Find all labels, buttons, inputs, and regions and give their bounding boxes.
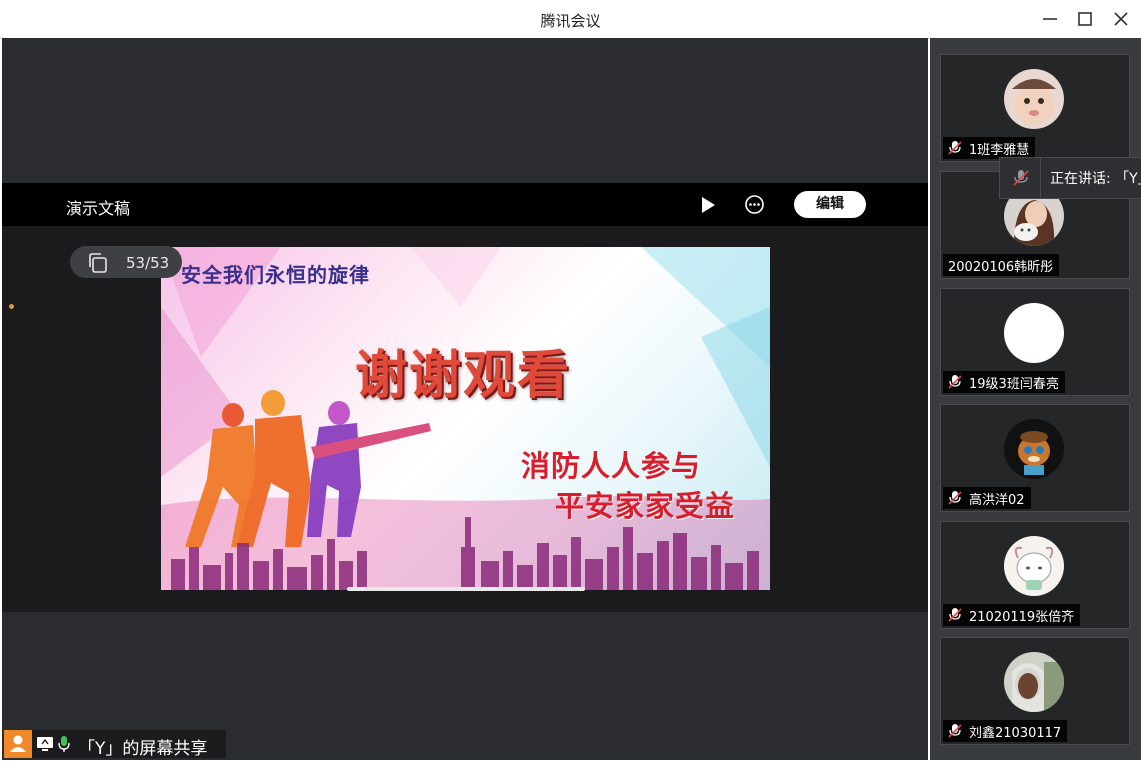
slide-area: 安全我们永恒的旋律 谢谢观看 消防人人参与 平安家家受益 53/53 bbox=[2, 226, 928, 612]
maximize-button[interactable] bbox=[1074, 9, 1096, 29]
participant-name-tag: 1班李雅慧 bbox=[943, 137, 1036, 159]
participant-tile[interactable]: 19级3班闫春亮 bbox=[940, 288, 1130, 396]
close-icon bbox=[1114, 12, 1128, 26]
avatar bbox=[1004, 536, 1064, 596]
participant-name: 19级3班闫春亮 bbox=[969, 376, 1059, 392]
participant-name-tag: 20020106韩昕彤 bbox=[943, 254, 1060, 276]
edit-button[interactable]: 编辑 bbox=[794, 191, 866, 218]
participant-name: 21020119张倍齐 bbox=[969, 609, 1075, 625]
participant-sidebar: 1班李雅慧 20020106韩昕彤 19级3班闫春亮 高洪洋02 2102011… bbox=[930, 38, 1141, 760]
participant-name-tag: 19级3班闫春亮 bbox=[943, 371, 1065, 393]
indicator-dot bbox=[9, 304, 14, 309]
minimize-icon bbox=[1043, 18, 1057, 20]
slide-top-line: 安全我们永恒的旋律 bbox=[181, 263, 370, 287]
slide-sub-line-1: 消防人人参与 bbox=[521, 449, 702, 483]
more-options-button[interactable] bbox=[744, 194, 765, 215]
page-indicator-text: 53/53 bbox=[126, 254, 170, 272]
slide-sub-line-2: 平安家家受益 bbox=[555, 489, 736, 523]
participant-tile[interactable]: 刘鑫21030117 bbox=[940, 637, 1130, 745]
screen-share-icon bbox=[37, 737, 53, 751]
speaking-indicator: 正在讲话: 「Y」 bbox=[999, 157, 1141, 199]
user-icon bbox=[4, 730, 32, 758]
play-icon bbox=[702, 197, 715, 213]
play-button[interactable] bbox=[699, 195, 717, 215]
minimize-button[interactable] bbox=[1039, 9, 1061, 29]
avatar bbox=[1004, 652, 1064, 712]
window-title: 腾讯会议 bbox=[540, 12, 601, 30]
pages-icon bbox=[89, 253, 107, 273]
muted-mic-icon bbox=[948, 375, 962, 389]
slide-main-text: 谢谢观看 bbox=[355, 346, 572, 406]
avatar bbox=[1004, 69, 1064, 129]
maximize-icon bbox=[1078, 12, 1092, 26]
slide-image: 安全我们永恒的旋律 谢谢观看 消防人人参与 平安家家受益 bbox=[161, 247, 770, 590]
page-indicator[interactable]: 53/53 bbox=[70, 246, 182, 278]
participant-name-tag: 21020119张倍齐 bbox=[943, 604, 1081, 626]
participant-name-tag: 高洪洋02 bbox=[943, 487, 1031, 509]
divider bbox=[1040, 158, 1041, 198]
muted-mic-icon bbox=[948, 724, 962, 738]
participant-name: 刘鑫21030117 bbox=[969, 725, 1062, 741]
avatar bbox=[1004, 419, 1064, 479]
participant-name: 高洪洋02 bbox=[969, 492, 1025, 508]
participant-tile[interactable]: 高洪洋02 bbox=[940, 404, 1130, 512]
participant-name-tag: 刘鑫21030117 bbox=[943, 720, 1068, 742]
main-stage: 演示文稿 编辑 安全我们永恒的旋律 谢谢观看 消防人人参与 平安家家受益 53/… bbox=[2, 38, 928, 760]
avatar bbox=[1004, 303, 1064, 363]
slide-scroll-indicator[interactable] bbox=[347, 587, 585, 591]
close-button[interactable] bbox=[1110, 9, 1132, 29]
participant-tile[interactable]: 1班李雅慧 bbox=[940, 54, 1130, 162]
microphone-icon bbox=[58, 736, 70, 752]
muted-mic-icon bbox=[948, 141, 962, 155]
more-icon bbox=[745, 195, 764, 214]
participant-name: 1班李雅慧 bbox=[969, 142, 1030, 158]
participant-tile[interactable]: 21020119张倍齐 bbox=[940, 521, 1130, 629]
muted-mic-icon bbox=[948, 491, 962, 505]
muted-mic-icon bbox=[1013, 170, 1029, 186]
title-bar: 腾讯会议 bbox=[0, 0, 1141, 39]
muted-mic-icon bbox=[948, 608, 962, 622]
slide-background-art bbox=[161, 247, 770, 590]
screen-share-text: 「Y」的屏幕共享 bbox=[78, 739, 208, 759]
participant-name: 20020106韩昕彤 bbox=[948, 259, 1054, 275]
speaking-text: 正在讲话: 「Y」 bbox=[1050, 171, 1141, 187]
screen-share-label: 「Y」的屏幕共享 bbox=[4, 730, 226, 759]
presentation-title: 演示文稿 bbox=[66, 199, 131, 218]
presentation-toolbar: 演示文稿 编辑 bbox=[2, 183, 928, 226]
